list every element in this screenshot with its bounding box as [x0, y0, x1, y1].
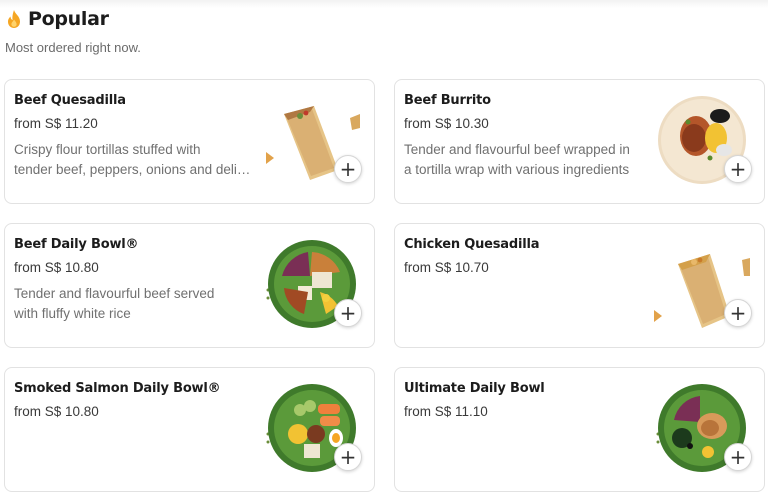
item-description: Tender and flavourful beef wrapped in a …	[404, 142, 630, 177]
menu-item-card[interactable]: Beef Burrito from S$ 10.30 Tender and fl…	[394, 79, 765, 204]
add-to-cart-button[interactable]: +	[724, 299, 752, 327]
menu-item-card[interactable]: Ultimate Daily Bowl from S$ 11.10 +	[394, 367, 765, 492]
item-price: from S$ 10.70	[404, 260, 489, 275]
add-to-cart-button[interactable]: +	[724, 443, 752, 471]
add-to-cart-button[interactable]: +	[334, 299, 362, 327]
section-header: Popular	[6, 8, 109, 30]
menu-item-card[interactable]: Beef Daily Bowl® from S$ 10.80 Tender an…	[4, 223, 375, 348]
menu-item-card[interactable]: Beef Quesadilla from S$ 11.20 Crispy flo…	[4, 79, 375, 204]
item-price: from S$ 11.20	[14, 116, 98, 131]
item-price: from S$ 10.80	[14, 404, 99, 419]
menu-item-card[interactable]: Smoked Salmon Daily Bowl® from S$ 10.80 …	[4, 367, 375, 492]
menu-item-card[interactable]: Chicken Quesadilla from S$ 10.70 +	[394, 223, 765, 348]
item-name: Smoked Salmon Daily Bowl®	[14, 381, 221, 396]
item-name: Ultimate Daily Bowl	[404, 381, 545, 396]
item-price: from S$ 10.80	[14, 260, 99, 275]
item-name: Beef Daily Bowl®	[14, 237, 139, 252]
add-to-cart-button[interactable]: +	[334, 155, 362, 183]
section-title: Popular	[28, 8, 109, 30]
item-name: Chicken Quesadilla	[404, 237, 540, 252]
add-to-cart-button[interactable]: +	[724, 155, 752, 183]
top-fade	[0, 0, 768, 8]
add-to-cart-button[interactable]: +	[334, 443, 362, 471]
item-description: Tender and flavourful beef served with f…	[14, 286, 215, 321]
section-subtitle: Most ordered right now.	[5, 40, 141, 55]
item-price: from S$ 11.10	[404, 404, 488, 419]
item-name: Beef Quesadilla	[14, 93, 126, 108]
item-price: from S$ 10.30	[404, 116, 489, 131]
item-name: Beef Burrito	[404, 93, 491, 108]
flame-icon	[8, 10, 20, 28]
item-description: Crispy flour tortillas stuffed with tend…	[14, 142, 252, 177]
